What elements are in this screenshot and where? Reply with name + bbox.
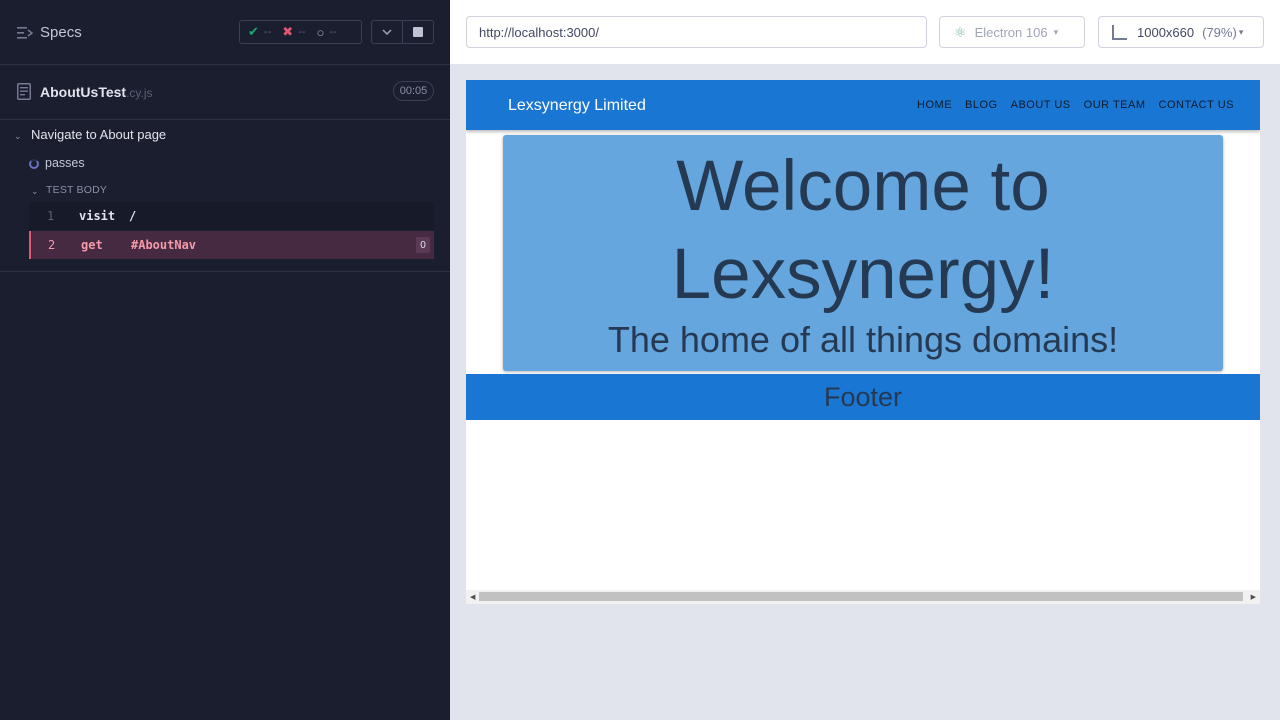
command-row-failed[interactable]: 2 get #AboutNav 0 — [29, 231, 434, 259]
electron-icon: ⚛ — [954, 23, 967, 40]
running-spinner-icon — [29, 159, 39, 169]
hero-subtitle: The home of all things domains! — [607, 319, 1119, 360]
stop-button[interactable] — [402, 21, 433, 43]
ruler-icon — [1112, 24, 1127, 40]
nav-home-link[interactable]: HOME — [917, 99, 952, 111]
hero-heading: Welcome to Lexsynergy! — [503, 143, 1223, 319]
spec-extension: .cy.js — [126, 86, 153, 100]
element-count-badge: 0 — [416, 237, 430, 253]
app-iframe: Lexsynergy Limited HOME BLOG ABOUT US OU… — [466, 80, 1260, 604]
hero-card: Welcome to Lexsynergy! The home of all t… — [503, 135, 1223, 371]
pending-stat: ○ -- — [316, 25, 336, 40]
chevron-down-icon — [382, 29, 392, 35]
passed-count: -- — [263, 26, 272, 38]
test-suite: ⌄ Navigate to About page passes ⌄ TEST B… — [0, 120, 450, 272]
site-navbar: Lexsynergy Limited HOME BLOG ABOUT US OU… — [466, 80, 1260, 130]
document-icon — [17, 83, 31, 100]
check-icon: ✔ — [248, 24, 259, 39]
spec-duration: 00:05 — [393, 81, 434, 101]
scroll-left-icon[interactable]: ◀ — [470, 593, 475, 601]
specs-label[interactable]: Specs — [40, 24, 82, 41]
nav-about-link[interactable]: ABOUT US — [1011, 99, 1071, 111]
test-title[interactable]: passes — [45, 156, 85, 170]
site-nav-links: HOME BLOG ABOUT US OUR TEAM CONTACT US — [917, 99, 1234, 111]
nav-blog-link[interactable]: BLOG — [965, 99, 998, 111]
reporter-panel: Specs ✔ -- ✖ -- ○ -- AboutUsTest.cy.js 0… — [0, 0, 450, 720]
viewport-selector[interactable]: 1000x660 (79%) ▾ — [1098, 16, 1264, 48]
scroll-right-icon[interactable]: ▶ — [1251, 593, 1256, 601]
command-number: 2 — [48, 238, 56, 252]
spec-filename: AboutUsTest — [40, 84, 127, 100]
chevron-down-icon: ▾ — [1238, 26, 1244, 37]
expand-collapse-button[interactable] — [372, 21, 402, 43]
command-row[interactable]: 1 visit / — [29, 202, 434, 230]
command-number: 1 — [47, 209, 55, 223]
viewport-size: 1000x660 — [1137, 24, 1195, 40]
test-body-label[interactable]: TEST BODY — [46, 184, 107, 196]
scrollbar-thumb[interactable] — [479, 592, 1243, 601]
command-message: / — [129, 209, 137, 223]
command-message: #AboutNav — [131, 238, 197, 252]
aut-header: http://localhost:3000/ ⚛ Electron 106 ▾ … — [450, 0, 1280, 64]
hero-heading-line1: Welcome to — [676, 147, 1050, 226]
browser-name: Electron 106 — [974, 24, 1048, 40]
nav-contact-link[interactable]: CONTACT US — [1159, 99, 1235, 111]
horizontal-scrollbar[interactable]: ◀ ▶ — [466, 590, 1260, 604]
spec-header: AboutUsTest.cy.js 00:05 — [0, 65, 450, 120]
stop-icon — [413, 27, 424, 37]
viewport-scale: (79%) — [1202, 24, 1237, 40]
failed-count: -- — [298, 26, 306, 38]
url-bar[interactable]: http://localhost:3000/ — [466, 16, 927, 48]
nav-team-link[interactable]: OUR TEAM — [1084, 99, 1146, 111]
site-footer: Footer — [466, 374, 1260, 420]
site-brand[interactable]: Lexsynergy Limited — [508, 97, 646, 115]
pending-count: -- — [329, 26, 337, 38]
passed-stat: ✔ -- — [248, 24, 271, 40]
spec-name: AboutUsTest.cy.js — [40, 84, 153, 100]
browser-selector[interactable]: ⚛ Electron 106 ▾ — [939, 16, 1085, 48]
run-controls — [371, 20, 434, 44]
reporter-header: Specs ✔ -- ✖ -- ○ -- — [0, 0, 450, 65]
aut-panel: http://localhost:3000/ ⚛ Electron 106 ▾ … — [450, 0, 1280, 720]
chevron-down-icon[interactable]: ⌄ — [14, 131, 22, 142]
hero-heading-line2: Lexsynergy! — [671, 235, 1055, 314]
failed-stat: ✖ -- — [282, 24, 305, 40]
test-stats: ✔ -- ✖ -- ○ -- — [239, 20, 362, 44]
chevron-down-icon[interactable]: ⌄ — [31, 186, 39, 197]
x-icon: ✖ — [282, 24, 294, 39]
pending-icon: ○ — [316, 24, 325, 40]
command-name: visit — [79, 209, 116, 223]
chevron-down-icon: ▾ — [1053, 26, 1059, 37]
suite-title[interactable]: Navigate to About page — [31, 127, 166, 142]
command-name: get — [81, 238, 103, 252]
specs-list-icon[interactable] — [17, 26, 33, 40]
